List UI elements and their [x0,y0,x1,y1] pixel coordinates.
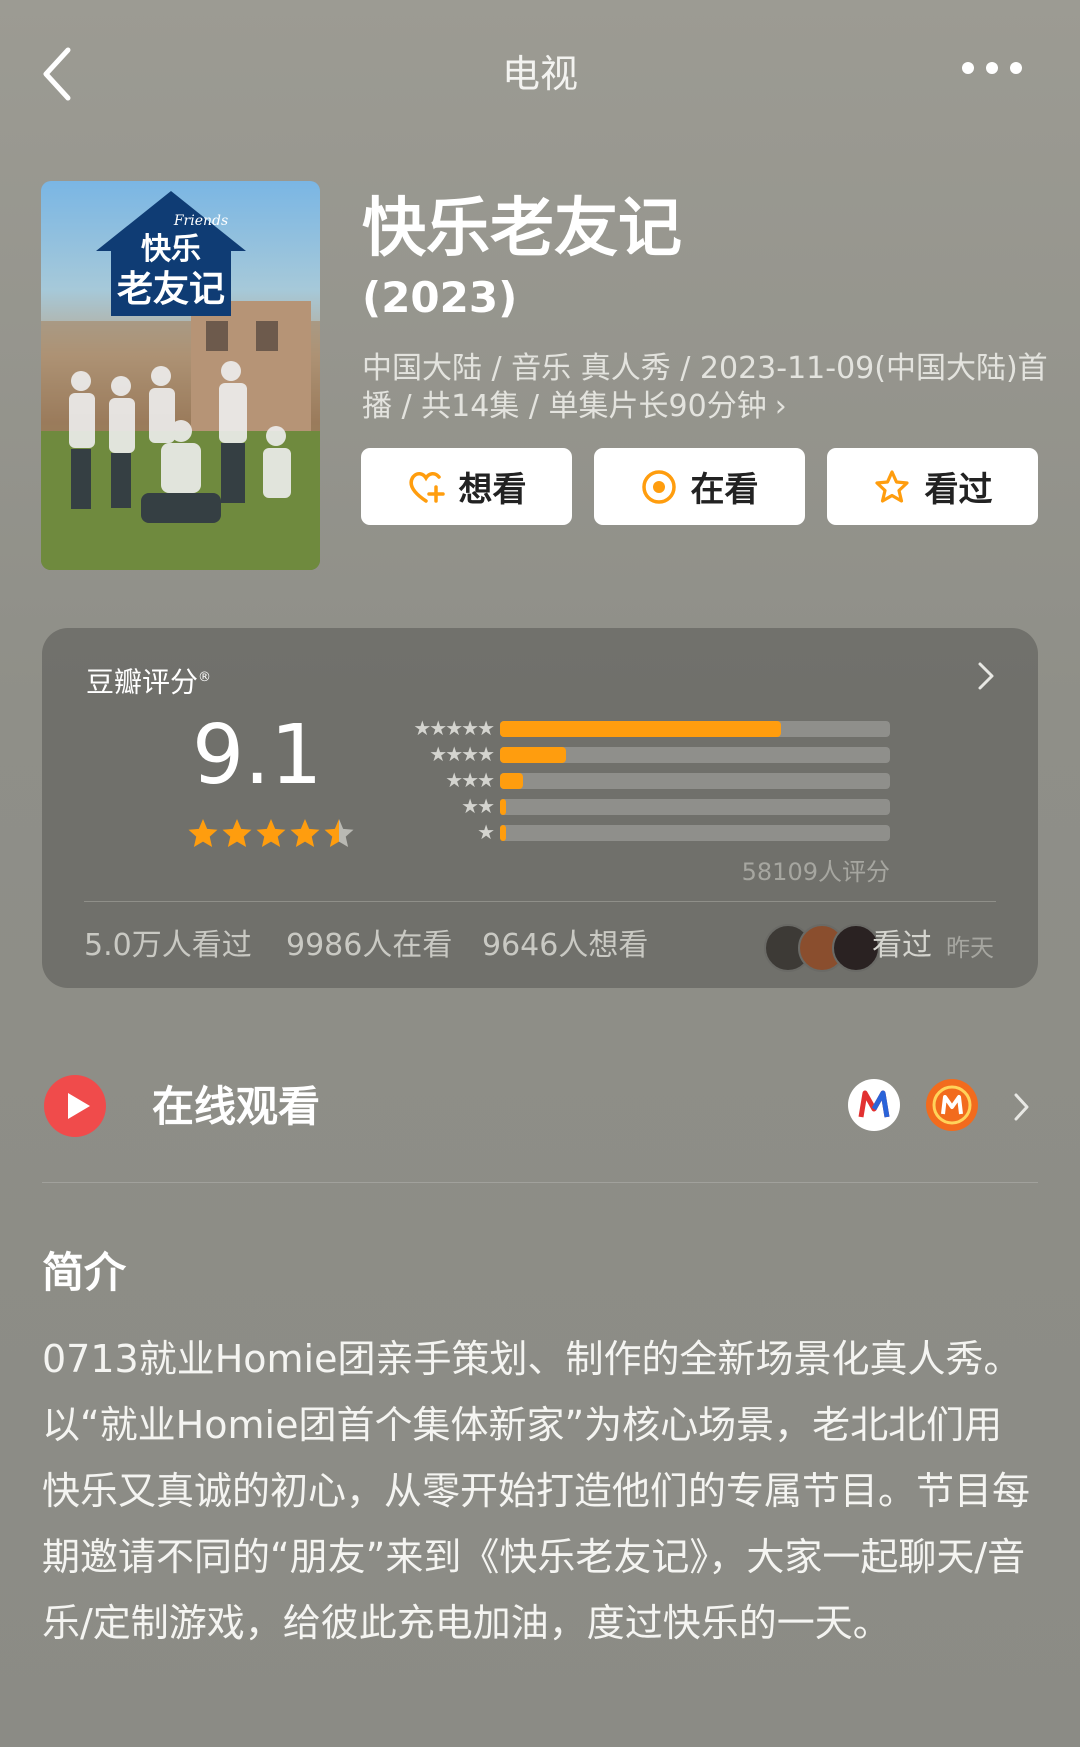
star-icon [874,469,909,503]
distribution-bar-1 [500,825,890,841]
stat-want[interactable]: 9646人想看 [482,926,648,966]
rating-star-icon [256,819,286,847]
rating-stars [187,818,355,848]
rating-source-text: 豆瓣评分 [86,665,199,699]
poster-title-line1: 快乐 [141,232,201,267]
watching-label: 在看 [690,470,759,510]
distribution-fill-3 [500,773,524,789]
registered-mark-icon: ® [198,670,212,685]
show-title: 快乐老友记 [362,192,682,266]
want-to-watch-button[interactable]: 想看 [361,448,572,525]
friend-status-time: 昨天 [946,934,994,962]
distribution-fill-5 [500,721,781,737]
chevron-right-icon: › [774,389,787,424]
distribution-stars-2: ★★ [461,794,495,818]
distribution-fill-2 [500,799,506,815]
rating-source-label: 豆瓣评分® [86,660,211,700]
distribution-bar-4 [500,747,890,763]
stat-watching[interactable]: 9986人在看 [286,926,452,966]
page-title: 电视 [501,52,578,96]
watching-button[interactable]: 在看 [594,448,805,525]
distribution-stars-1: ★ [477,820,495,844]
intro-text: 0713就业Homie团亲手策划、制作的全新场景化真人秀。以“就业Homie团首… [42,1337,1031,1645]
rating-star-icon [324,819,354,847]
intro-title: 简介 [42,1248,127,1297]
target-icon [641,469,676,504]
chevron-right-icon[interactable] [976,658,996,694]
heart-plus-icon [408,471,445,503]
stat-watched[interactable]: 5.0万人看过 [84,926,252,966]
video-app-icon[interactable] [848,1079,900,1131]
chevron-right-icon[interactable] [1012,1091,1032,1123]
friend-avatars[interactable] [764,924,880,972]
friend-status: 看过 [872,928,932,963]
online-watch-title[interactable]: 在线观看 [152,1078,320,1136]
poster-subtitle: Friends [173,213,228,229]
divider [84,901,996,902]
rating-star-icon [188,819,218,847]
want-to-watch-label: 想看 [458,470,527,510]
divider [42,1182,1038,1183]
rating-star-icon [222,819,252,847]
show-meta[interactable]: 中国大陆 / 音乐 真人秀 / 2023-11-09(中国大陆)首播 / 共14… [362,350,1052,426]
distribution-bar-3 [500,773,890,789]
show-meta-text: 中国大陆 / 音乐 真人秀 / 2023-11-09(中国大陆)首播 / 共14… [362,351,1048,424]
poster-title-line2: 老友记 [117,269,225,310]
show-year: (2023) [362,273,518,322]
distribution-stars-5: ★★★★★ [413,716,495,740]
rating-count: 58109人评分 [741,858,890,886]
watched-button[interactable]: 看过 [827,448,1038,525]
distribution-bar-2 [500,799,890,815]
play-icon[interactable] [44,1075,106,1137]
mango-tv-icon[interactable] [926,1079,978,1131]
rating-card[interactable]: 豆瓣评分® 9.1 58109人评分 5.0万人看过 9986人在看 9646人… [42,628,1038,988]
rating-score: 9.1 [192,708,323,803]
distribution-fill-1 [500,825,506,841]
watched-label: 看过 [924,470,993,510]
distribution-bar-5 [500,721,890,737]
rating-star-icon [290,819,320,847]
distribution-fill-4 [500,747,567,763]
distribution-stars-3: ★★★ [445,768,495,792]
distribution-stars-4: ★★★★ [429,742,495,766]
more-options-icon[interactable] [962,62,1022,74]
poster-image[interactable]: 快乐 老友记 Friends [41,181,320,570]
